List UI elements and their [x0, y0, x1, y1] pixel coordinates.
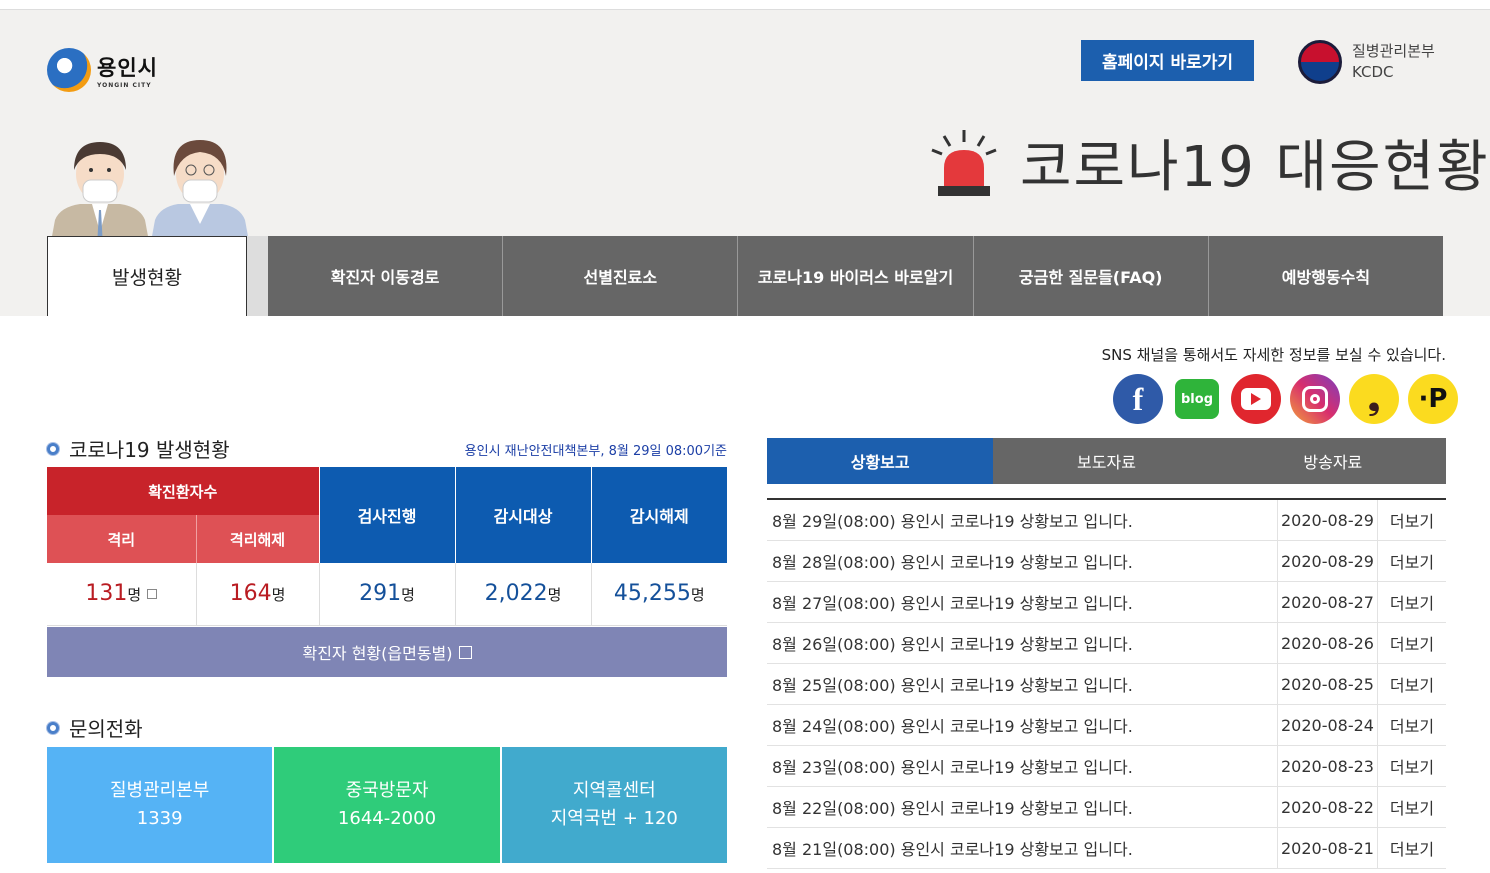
report-title[interactable]: 8월 27일(08:00) 용인시 코로나19 상황보고 입니다.	[767, 582, 1277, 622]
stats-date-note: 용인시 재난안전대책본부, 8월 29일 08:00기준	[464, 444, 727, 459]
monitor-released-header: 감시해제	[590, 467, 728, 563]
report-title[interactable]: 8월 26일(08:00) 용인시 코로나19 상황보고 입니다.	[767, 623, 1277, 663]
bullet-icon	[47, 721, 59, 734]
report-tabs: 상황보고 보도자료 방송자료	[767, 438, 1446, 484]
masked-people-illustration-icon	[50, 140, 250, 247]
contact-local-callcenter[interactable]: 지역콜센터 지역국번 + 120	[501, 747, 727, 863]
kcdc-name: 질병관리본부	[1352, 42, 1435, 60]
header: 용인시 YONGIN CITY 홈페이지 바로가기 질병관리본부 KCDC 코로…	[0, 10, 1490, 316]
more-link[interactable]: 더보기	[1377, 705, 1446, 745]
more-link[interactable]: 더보기	[1377, 582, 1446, 622]
confirmed-header: 확진환자수	[47, 467, 320, 515]
tab-prevention[interactable]: 예방행동수칙	[1208, 236, 1444, 316]
isolated-value[interactable]: 131명	[47, 563, 197, 626]
report-date: 2020-08-27	[1277, 582, 1377, 622]
report-title[interactable]: 8월 21일(08:00) 용인시 코로나19 상황보고 입니다.	[767, 828, 1277, 868]
released-value: 164명	[196, 563, 320, 626]
more-link[interactable]: 더보기	[1377, 746, 1446, 786]
report-title[interactable]: 8월 29일(08:00) 용인시 코로나19 상황보고 입니다.	[767, 500, 1277, 540]
report-title[interactable]: 8월 28일(08:00) 용인시 코로나19 상황보고 입니다.	[767, 541, 1277, 581]
more-link[interactable]: 더보기	[1377, 541, 1446, 581]
released-header: 격리해제	[196, 515, 320, 563]
contacts-title: 문의전화	[69, 717, 143, 741]
list-item: 8월 29일(08:00) 용인시 코로나19 상황보고 입니다. 2020-08…	[767, 500, 1446, 541]
more-link[interactable]: 더보기	[1377, 787, 1446, 827]
report-list: 8월 29일(08:00) 용인시 코로나19 상황보고 입니다. 2020-08…	[767, 500, 1446, 869]
list-item: 8월 25일(08:00) 용인시 코로나19 상황보고 입니다. 2020-08…	[767, 664, 1446, 705]
report-title[interactable]: 8월 24일(08:00) 용인시 코로나19 상황보고 입니다.	[767, 705, 1277, 745]
external-link-icon	[147, 589, 158, 600]
youtube-icon[interactable]	[1231, 374, 1281, 424]
kcdc-abbr: KCDC	[1352, 63, 1394, 81]
list-item: 8월 24일(08:00) 용인시 코로나19 상황보고 입니다. 2020-08…	[767, 705, 1446, 746]
contact-kcdc[interactable]: 질병관리본부 1339	[47, 747, 273, 863]
tab-route[interactable]: 확진자 이동경로	[268, 236, 504, 316]
report-date: 2020-08-22	[1277, 787, 1377, 827]
facebook-icon[interactable]: f	[1113, 374, 1163, 424]
tab-clinic[interactable]: 선별진료소	[503, 236, 739, 316]
monitor-released-value: 45,255명	[591, 563, 728, 626]
kakao-icon[interactable]: ❟	[1349, 374, 1399, 424]
testing-value: 291명	[319, 563, 456, 626]
tab-situation-report[interactable]: 상황보고	[767, 438, 994, 484]
kcdc-emblem-icon	[1298, 40, 1342, 84]
tab-faq[interactable]: 궁금한 질문들(FAQ)	[973, 236, 1209, 316]
more-link[interactable]: 더보기	[1377, 828, 1446, 868]
confirmed-status-button[interactable]: 확진자 현황(읍면동별)	[47, 627, 727, 677]
main-nav: 발생현황 확진자 이동경로 선별진료소 코로나19 바이러스 바로알기 궁금한 …	[47, 236, 1444, 316]
report-date: 2020-08-23	[1277, 746, 1377, 786]
isolated-header: 격리	[47, 515, 197, 563]
report-date: 2020-08-25	[1277, 664, 1377, 704]
report-date: 2020-08-29	[1277, 541, 1377, 581]
monitoring-header: 감시대상	[454, 467, 592, 563]
stats-section-title: 코로나19 발생현황	[47, 434, 230, 463]
title-text: 코로나19 대응현황	[1020, 135, 1490, 200]
list-item: 8월 23일(08:00) 용인시 코로나19 상황보고 입니다. 2020-08…	[767, 746, 1446, 787]
contacts-section-title: 문의전화	[47, 713, 143, 742]
more-link[interactable]: 더보기	[1377, 664, 1446, 704]
bullet-icon	[47, 442, 59, 455]
list-item: 8월 26일(08:00) 용인시 코로나19 상황보고 입니다. 2020-08…	[767, 623, 1446, 664]
list-item: 8월 28일(08:00) 용인시 코로나19 상황보고 입니다. 2020-08…	[767, 541, 1446, 582]
logo-sub: YONGIN CITY	[97, 81, 152, 89]
tab-virus-info[interactable]: 코로나19 바이러스 바로알기	[738, 236, 974, 316]
homepage-button[interactable]: 홈페이지 바로가기	[1081, 40, 1254, 81]
kcdc-logo[interactable]: 질병관리본부 KCDC	[1298, 40, 1435, 84]
report-date: 2020-08-21	[1277, 828, 1377, 868]
report-date: 2020-08-26	[1277, 623, 1377, 663]
contacts: 질병관리본부 1339 중국방문자 1644-2000 지역콜센터 지역국번 +…	[47, 747, 727, 863]
testing-header: 검사진행	[318, 467, 456, 563]
siren-icon	[931, 129, 997, 196]
blog-label: blog	[1175, 379, 1219, 419]
logo-name: 용인시	[97, 55, 158, 80]
sns-links: f blog ❟ ·P	[1113, 374, 1458, 424]
report-title[interactable]: 8월 22일(08:00) 용인시 코로나19 상황보고 입니다.	[767, 787, 1277, 827]
post-icon[interactable]: ·P	[1408, 374, 1458, 424]
list-item: 8월 22일(08:00) 용인시 코로나19 상황보고 입니다. 2020-08…	[767, 787, 1446, 828]
stats-title: 코로나19 발생현황	[69, 438, 230, 462]
tab-broadcast[interactable]: 방송자료	[1219, 438, 1446, 484]
stats-table: 확진환자수 검사진행 감시대상 감시해제 격리 격리해제 131명 164명 2…	[47, 467, 728, 626]
report-title[interactable]: 8월 25일(08:00) 용인시 코로나19 상황보고 입니다.	[767, 664, 1277, 704]
report-date: 2020-08-29	[1277, 500, 1377, 540]
list-item: 8월 21일(08:00) 용인시 코로나19 상황보고 입니다. 2020-08…	[767, 828, 1446, 869]
blog-icon[interactable]: blog	[1172, 374, 1222, 424]
instagram-icon[interactable]	[1290, 374, 1340, 424]
sns-description: SNS 채널을 통해서도 자세한 정보를 보실 수 있습니다.	[1101, 346, 1446, 364]
page-title: 코로나19 대응현황	[930, 122, 1490, 203]
monitoring-value: 2,022명	[455, 563, 592, 626]
yongin-logo-icon	[47, 48, 91, 92]
external-link-icon	[458, 645, 472, 659]
report-title[interactable]: 8월 23일(08:00) 용인시 코로나19 상황보고 입니다.	[767, 746, 1277, 786]
tab-occurrence[interactable]: 발생현황	[47, 236, 247, 316]
yongin-logo[interactable]: 용인시 YONGIN CITY	[47, 40, 167, 100]
contact-china-visitors[interactable]: 중국방문자 1644-2000	[274, 747, 500, 863]
list-item: 8월 27일(08:00) 용인시 코로나19 상황보고 입니다. 2020-08…	[767, 582, 1446, 623]
tab-press-release[interactable]: 보도자료	[993, 438, 1220, 484]
report-date: 2020-08-24	[1277, 705, 1377, 745]
more-link[interactable]: 더보기	[1377, 500, 1446, 540]
more-link[interactable]: 더보기	[1377, 623, 1446, 663]
